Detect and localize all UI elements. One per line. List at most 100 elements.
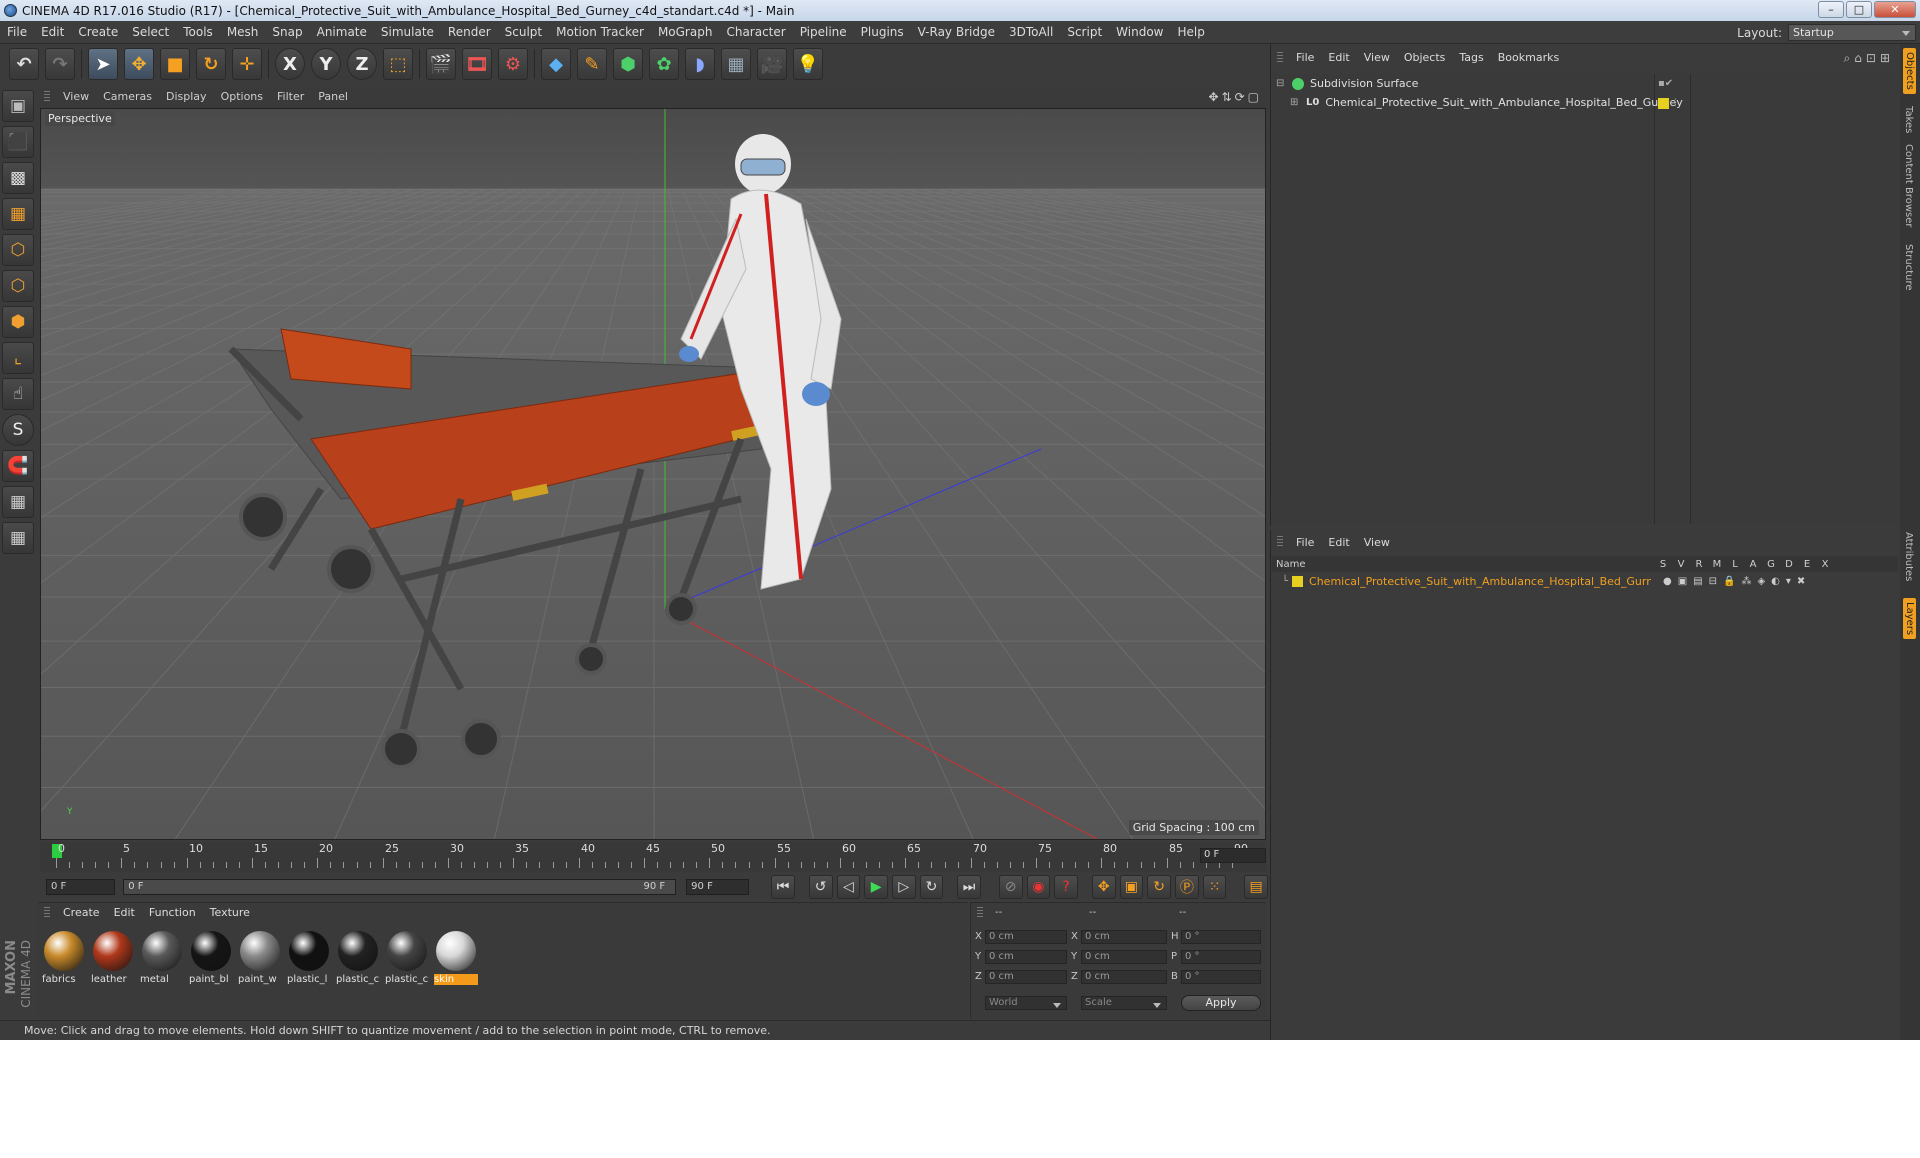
material-menu-texture[interactable]: Texture: [203, 903, 257, 923]
coordinate-system-button[interactable]: ⬚: [383, 48, 413, 80]
viewport-menu-filter[interactable]: Filter: [270, 86, 311, 108]
expand-icon[interactable]: ⊞: [1290, 94, 1304, 112]
redo-button[interactable]: ↷: [45, 48, 75, 80]
floor-button[interactable]: ▦: [721, 48, 751, 80]
object-flags-icon[interactable]: ▪✔: [1658, 75, 1673, 93]
object-menu-edit[interactable]: Edit: [1321, 44, 1356, 72]
menu-vray-bridge[interactable]: V-Ray Bridge: [911, 21, 1002, 44]
close-button[interactable]: ✕: [1874, 1, 1916, 18]
preview-range-slider[interactable]: 0 F 90 F: [123, 879, 677, 895]
workplane-lock-icon[interactable]: ▦: [2, 486, 34, 518]
menu-file[interactable]: File: [0, 21, 34, 44]
rotation-b-field[interactable]: 0 °: [1181, 970, 1261, 984]
record-key-icon[interactable]: ◉: [1026, 875, 1051, 899]
viewport-menu-cameras[interactable]: Cameras: [96, 86, 159, 108]
layer-col-manager[interactable]: M: [1708, 559, 1726, 570]
layer-color-swatch[interactable]: [1292, 575, 1304, 587]
subdivision-surface-button[interactable]: ⬢: [613, 48, 643, 80]
quantize-icon[interactable]: ▦: [2, 522, 34, 554]
pen-spline-button[interactable]: ✎: [577, 48, 607, 80]
layer-toggle-icons[interactable]: ●▣▤⊟🔒⁂◈◐▾✖: [1663, 576, 1811, 587]
key-position-icon[interactable]: ✥: [1091, 875, 1116, 899]
object-menu-objects[interactable]: Objects: [1397, 44, 1453, 72]
viewport-nav-icons[interactable]: ✥⇅⟳▢: [1208, 90, 1262, 104]
menu-mograph[interactable]: MoGraph: [651, 21, 720, 44]
render-view-button[interactable]: 🎬: [426, 48, 456, 80]
position-x-field[interactable]: 0 cm: [985, 930, 1067, 944]
menu-tools[interactable]: Tools: [176, 21, 220, 44]
deformer-button[interactable]: ◗: [685, 48, 715, 80]
menu-animate[interactable]: Animate: [310, 21, 374, 44]
model-mode-icon[interactable]: ⬛: [2, 126, 34, 158]
material-menu-edit[interactable]: Edit: [107, 903, 142, 923]
menu-snap[interactable]: Snap: [265, 21, 309, 44]
layer-col-render[interactable]: R: [1690, 559, 1708, 570]
live-selection-button[interactable]: ➤: [88, 48, 118, 80]
auto-key-icon[interactable]: ?: [1054, 875, 1078, 899]
size-mode-dropdown[interactable]: Scale: [1081, 996, 1167, 1010]
material-swatch[interactable]: leather: [91, 931, 135, 987]
snap-icon[interactable]: 🧲: [2, 450, 34, 482]
axis-mode-icon[interactable]: ⌞: [2, 342, 34, 374]
rotation-p-field[interactable]: 0 °: [1181, 950, 1261, 964]
x-axis-lock-button[interactable]: X: [275, 48, 305, 80]
viewport-menu-display[interactable]: Display: [159, 86, 214, 108]
layer-col-animation[interactable]: A: [1744, 559, 1762, 570]
layer-col-deformers[interactable]: D: [1780, 559, 1798, 570]
layer-col-expressions[interactable]: E: [1798, 559, 1816, 570]
layer-col-xref[interactable]: X: [1816, 559, 1834, 570]
menu-simulate[interactable]: Simulate: [374, 21, 441, 44]
timeline-ruler[interactable]: 051015202530354045505560657075808590: [40, 842, 1266, 872]
material-menu-function[interactable]: Function: [142, 903, 203, 923]
maximize-button[interactable]: □: [1846, 1, 1872, 18]
keyframe-selection-icon[interactable]: ⊘: [998, 875, 1023, 899]
side-tab-content-browser[interactable]: Content Browser: [1903, 144, 1914, 227]
menu-render[interactable]: Render: [441, 21, 498, 44]
side-tab-attributes[interactable]: Attributes: [1903, 532, 1914, 581]
visibility-dots-icon[interactable]: ⁚: [1674, 94, 1677, 112]
cube-object-button[interactable]: ◆: [541, 48, 571, 80]
play-icon[interactable]: ▶: [864, 875, 888, 899]
layout-dropdown[interactable]: Startup: [1788, 24, 1916, 41]
viewport-menu-view[interactable]: View: [56, 86, 96, 108]
workplane-mode-icon[interactable]: ▦: [2, 198, 34, 230]
move-tool-button[interactable]: ✥: [124, 48, 154, 80]
layer-col-solo[interactable]: S: [1654, 559, 1672, 570]
side-tab-objects[interactable]: Objects: [1903, 48, 1916, 94]
start-frame-field[interactable]: 0 F: [46, 879, 116, 895]
viewport-menu-options[interactable]: Options: [214, 86, 270, 108]
material-swatch[interactable]: metal: [140, 931, 184, 987]
collapse-icon[interactable]: ⊟: [1276, 75, 1290, 93]
z-axis-lock-button[interactable]: Z: [347, 48, 377, 80]
object-menu-file[interactable]: File: [1289, 44, 1321, 72]
menu-create[interactable]: Create: [71, 21, 125, 44]
menu-pipeline[interactable]: Pipeline: [793, 21, 854, 44]
light-button[interactable]: 💡: [793, 48, 823, 80]
menu-help[interactable]: Help: [1170, 21, 1211, 44]
size-x-field[interactable]: 0 cm: [1081, 930, 1167, 944]
tree-row-gurney[interactable]: ⊞ L0 Chemical_Protective_Suit_with_Ambul…: [1272, 94, 1900, 112]
layer-col-locked[interactable]: L: [1726, 559, 1744, 570]
menu-sculpt[interactable]: Sculpt: [498, 21, 549, 44]
timeline-window-icon[interactable]: ▤: [1244, 875, 1268, 899]
rotation-h-field[interactable]: 0 °: [1181, 930, 1261, 944]
key-parameter-icon[interactable]: Ⓟ: [1174, 875, 1199, 899]
last-tool-button[interactable]: ✛: [232, 48, 262, 80]
layer-col-generators[interactable]: G: [1762, 559, 1780, 570]
material-swatch[interactable]: plastic_c: [336, 931, 380, 987]
rotate-tool-button[interactable]: ↻: [196, 48, 226, 80]
step-back-icon[interactable]: ◁: [836, 875, 861, 899]
material-swatch[interactable]: plastic_c: [385, 931, 429, 987]
goto-start-icon[interactable]: ⏮: [771, 875, 795, 899]
tweak-mode-icon[interactable]: ☝: [2, 378, 34, 410]
minimize-button[interactable]: –: [1818, 1, 1844, 18]
make-editable-icon[interactable]: ▣: [2, 90, 34, 122]
key-pla-icon[interactable]: ⁙: [1202, 875, 1227, 899]
material-swatch-selected[interactable]: skin: [434, 931, 478, 987]
menu-motion-tracker[interactable]: Motion Tracker: [549, 21, 651, 44]
layer-menu-view[interactable]: View: [1357, 531, 1397, 554]
side-tab-layers[interactable]: Layers: [1903, 598, 1916, 640]
menu-character[interactable]: Character: [719, 21, 792, 44]
material-menu-create[interactable]: Create: [56, 903, 107, 923]
tree-row-subdivision-surface[interactable]: ⊟ Subdivision Surface ▪✔: [1272, 75, 1900, 93]
